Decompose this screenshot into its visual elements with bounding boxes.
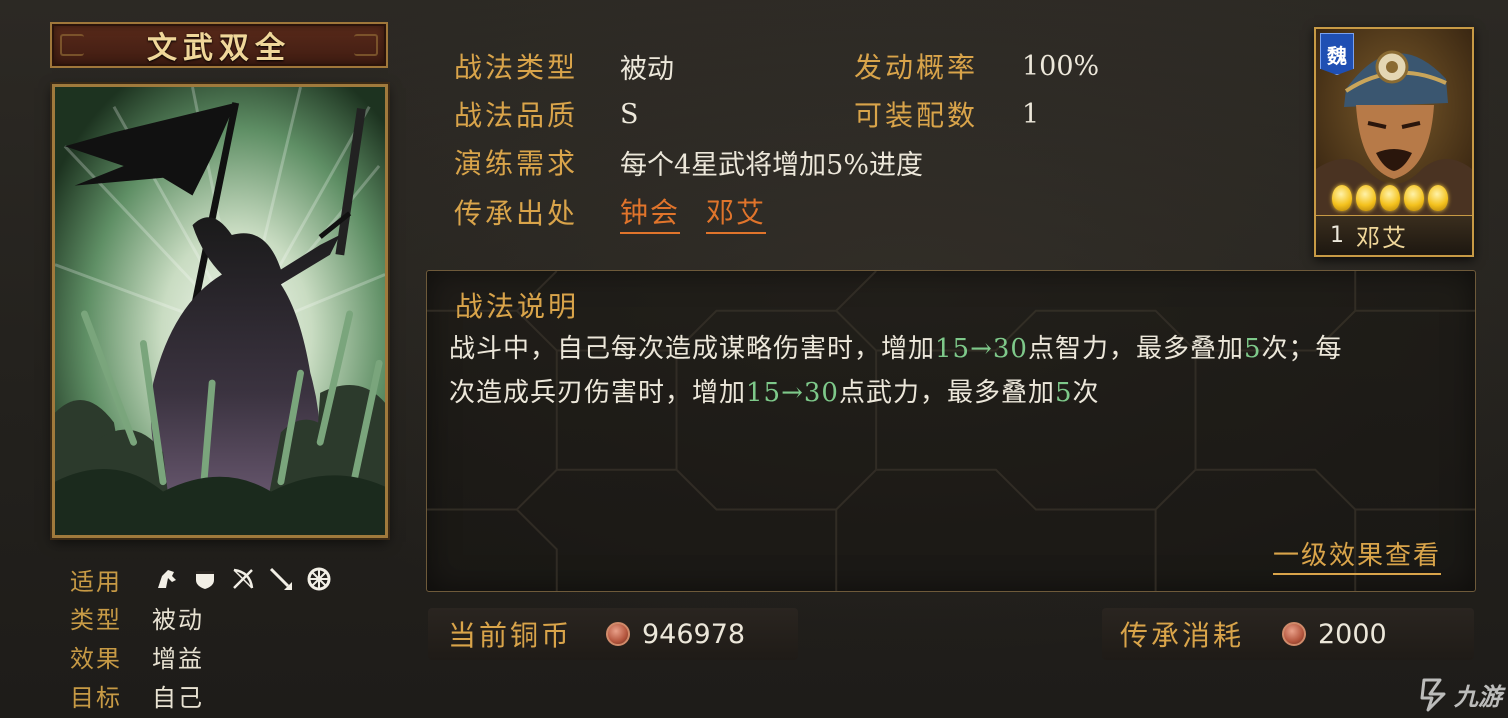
current-copper-label: 当前铜币: [448, 619, 573, 652]
attr-type-value: 被动: [152, 605, 204, 634]
skill-type-value: 被动: [620, 53, 674, 85]
attr-effect-value: 增益: [152, 644, 204, 673]
attr-applicable-label: 适用: [70, 567, 122, 596]
info-inherit-source: 传承出处 钟会 邓艾: [454, 190, 792, 234]
attr-target-label: 目标: [70, 683, 122, 712]
description-title: 战法说明: [455, 290, 580, 323]
attr-row-type: 类型 被动: [70, 600, 204, 634]
trigger-rate-label: 发动概率: [854, 51, 979, 84]
skill-quality-value: S: [620, 98, 639, 130]
general-star-rating: [1332, 185, 1448, 211]
general-card[interactable]: 魏 1 邓艾: [1314, 27, 1474, 257]
level-one-effect-link[interactable]: 一级效果查看: [1272, 535, 1441, 575]
description-text: 战斗中，自己每次造成谋略伤害时，增加15→30点智力，最多叠加5次；每 次造成兵…: [449, 327, 1449, 415]
star-icon: [1404, 185, 1424, 211]
troop-type-icons: [152, 565, 334, 593]
attr-effect-label: 效果: [70, 644, 122, 673]
skill-detail-screen: 文武双全 适用 类型 被动 效果 增益 目标 自己 战法类型 被动 发动概率 1…: [0, 0, 1508, 718]
attr-target-value: 自己: [152, 683, 204, 712]
title-ornament-right: [354, 34, 378, 56]
description-line-1: 战斗中，自己每次造成谋略伤害时，增加15→30点智力，最多叠加5次；每: [449, 334, 1343, 364]
info-equip-slots: 可装配数 1: [854, 92, 1039, 136]
site-watermark: 九游: [1418, 672, 1508, 716]
skill-artwork: [52, 84, 388, 538]
copper-coin-icon: [606, 622, 630, 646]
cavalry-icon: [152, 565, 182, 593]
current-copper-value: 946978: [642, 618, 746, 650]
attr-type-label: 类型: [70, 605, 122, 634]
skill-type-label: 战法类型: [454, 51, 579, 84]
shield-icon: [190, 565, 220, 593]
star-icon: [1380, 185, 1400, 211]
attr-row-applicable: 适用: [70, 562, 334, 596]
skill-description-panel: 战法说明 战斗中，自己每次造成谋略伤害时，增加15→30点智力，最多叠加5次；每…: [426, 270, 1476, 592]
description-line-2: 次造成兵刃伤害时，增加15→30点武力，最多叠加5次: [449, 378, 1100, 408]
watermark-logo-icon: [1420, 678, 1446, 712]
info-trigger-rate: 发动概率 100%: [854, 44, 1099, 88]
equip-slots-value: 1: [1022, 98, 1040, 130]
skill-title-plate: 文武双全: [50, 22, 388, 68]
star-icon: [1332, 185, 1352, 211]
source-link-dengai[interactable]: 邓艾: [706, 191, 767, 234]
general-name: 邓艾: [1356, 224, 1408, 252]
spear-icon: [266, 565, 296, 593]
general-level: 1: [1330, 223, 1344, 248]
attr-row-effect: 效果 增益: [70, 639, 204, 673]
inherit-cost-label: 传承消耗: [1120, 619, 1245, 652]
inherit-cost-box: 传承消耗 2000: [1102, 608, 1474, 660]
siege-wheel-icon: [304, 565, 334, 593]
source-link-zhonghui[interactable]: 钟会: [620, 191, 681, 234]
general-name-bar: 1 邓艾: [1316, 215, 1472, 255]
trigger-rate-value: 100%: [1022, 50, 1100, 82]
title-ornament-left: [60, 34, 84, 56]
info-skill-quality: 战法品质 S: [454, 92, 639, 136]
star-icon: [1356, 185, 1376, 211]
copper-coin-icon: [1282, 622, 1306, 646]
star-icon: [1428, 185, 1448, 211]
faction-badge: 魏: [1320, 33, 1354, 75]
training-requirement-value: 每个4星武将增加5%进度: [620, 149, 924, 181]
warrior-silhouette-illustration: [55, 87, 385, 535]
watermark-text: 九游: [1454, 682, 1502, 711]
inherit-source-label: 传承出处: [454, 197, 579, 230]
inherit-cost-value: 2000: [1318, 618, 1387, 650]
archer-icon: [228, 565, 258, 593]
training-requirement-label: 演练需求: [454, 147, 579, 180]
attr-row-target: 目标 自己: [70, 678, 204, 712]
info-skill-type: 战法类型 被动: [454, 44, 674, 88]
skill-quality-label: 战法品质: [454, 99, 579, 132]
current-copper-box: 当前铜币 946978: [428, 608, 798, 660]
info-training-requirement: 演练需求 每个4星武将增加5%进度: [454, 140, 923, 184]
skill-name: 文武双全: [147, 31, 291, 66]
equip-slots-label: 可装配数: [854, 99, 979, 132]
